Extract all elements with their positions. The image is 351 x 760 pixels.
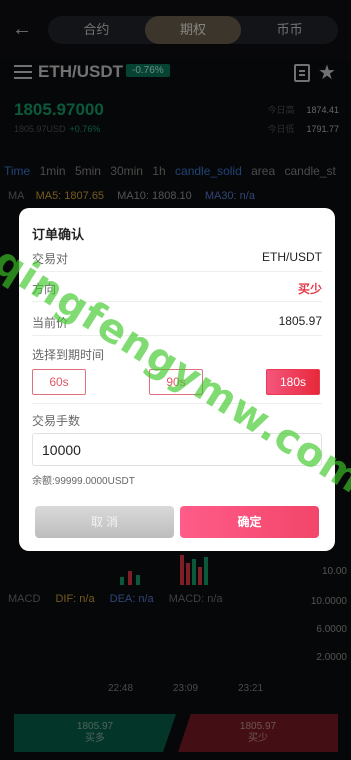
pair-label: 交易对 [32,252,69,266]
divider [32,403,322,404]
expiry-180s-button[interactable]: 180s [266,369,320,395]
expiry-label: 选择到期时间 [32,348,105,362]
cancel-button[interactable]: 取 消 [35,506,174,538]
pair-value: ETH/USDT [262,250,322,264]
price-field: 当前价 1805.97 [32,306,322,336]
price-label: 当前价 [32,316,69,330]
balance-text: 余额:99999.0000USDT [32,476,135,487]
dialog-title: 订单确认 [32,227,85,242]
direction-value: 买少 [297,282,322,296]
expiry-60s-button[interactable]: 60s [32,369,86,395]
pair-field: 交易对 ETH/USDT [32,242,322,272]
quantity-input[interactable] [32,433,322,466]
expiry-90s-button[interactable]: 90s [149,369,203,395]
direction-label: 方向 [32,282,57,296]
confirm-button[interactable]: 确定 [180,506,319,538]
quantity-label: 交易手数 [32,414,81,428]
direction-field: 方向 买少 [32,272,322,302]
order-confirm-dialog: 订单确认 交易对 ETH/USDT 方向 买少 当前价 1805.97 选择到期… [19,208,335,551]
price-value: 1805.97 [278,314,322,328]
